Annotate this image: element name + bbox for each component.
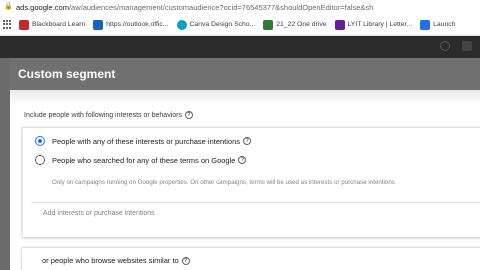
header-shadow: [10, 90, 480, 104]
bookmark-outlook[interactable]: https://outlook.offic...: [89, 16, 172, 34]
bookmark-label: Blackboard Learn: [32, 21, 86, 28]
add-interests-input[interactable]: Add interests or purchase intentions: [43, 210, 155, 217]
radio-selected-icon[interactable]: [35, 136, 45, 146]
outlook-icon: [93, 19, 104, 30]
bookmark-label: 21_22 One drive: [276, 21, 327, 28]
help-icon[interactable]: ?: [184, 111, 193, 119]
section-label: Include people with following interests …: [24, 111, 193, 119]
help-icon: [440, 41, 450, 51]
modal-title: Custom segment: [18, 67, 116, 81]
library-icon: [334, 19, 345, 30]
account-icon: [462, 41, 472, 51]
launch-icon: [420, 19, 431, 30]
help-icon[interactable]: ?: [181, 256, 190, 265]
modal-header: Custom segment: [10, 58, 480, 90]
bookmark-label: LYIT Library | Letter...: [347, 21, 413, 28]
backdrop-overlay: [0, 58, 10, 270]
radio-unselected-icon[interactable]: [35, 155, 45, 165]
onedrive-icon: [263, 19, 274, 30]
bookmark-onedrive[interactable]: 21_22 One drive: [259, 16, 330, 34]
option-interests[interactable]: People with any of these interests or pu…: [35, 136, 252, 146]
search-terms-note: Only on campaigns running on Google prop…: [52, 179, 395, 186]
blackboard-icon: [19, 19, 29, 30]
interests-card: People with any of these interests or pu…: [22, 127, 480, 237]
divider: [31, 202, 480, 203]
browse-websites-label: or people who browse websites similar to…: [42, 256, 190, 265]
help-icon[interactable]: ?: [243, 137, 252, 145]
browse-websites-card: or people who browse websites similar to…: [22, 247, 480, 270]
url-path: /aw/audiences/management/customaudience?…: [68, 2, 374, 12]
apps-grid-icon[interactable]: [3, 19, 13, 30]
modal-body: Include people with following interests …: [10, 90, 480, 270]
option-search-terms[interactable]: People who searched for any of these ter…: [35, 155, 247, 165]
bookmark-library[interactable]: LYIT Library | Letter...: [331, 16, 417, 34]
bookmarks-bar: Blackboard Learn https://outlook.offic..…: [0, 14, 480, 36]
option-label: People who searched for any of these ter…: [52, 155, 236, 165]
section-label-text: Include people with following interests …: [24, 111, 182, 119]
bookmark-canva[interactable]: Canva Design Scho...: [173, 16, 260, 34]
bookmark-label: https://outlook.offic...: [106, 21, 169, 28]
address-bar[interactable]: 🔒 ads.google.com/aw/audiences/management…: [0, 0, 480, 14]
bookmark-launch[interactable]: Launch: [416, 16, 459, 34]
url-host: ads.google.com: [16, 2, 69, 12]
url-text[interactable]: ads.google.com/aw/audiences/management/c…: [16, 3, 373, 12]
bookmark-blackboard[interactable]: Blackboard Learn: [15, 16, 89, 34]
app-header-dimmed: [0, 36, 480, 58]
help-icon[interactable]: ?: [238, 156, 247, 164]
browse-label-text: or people who browse websites similar to: [42, 256, 179, 265]
canva-icon: [176, 19, 187, 30]
bookmark-label: Launch: [433, 21, 456, 28]
bookmark-label: Canva Design Scho...: [189, 21, 256, 28]
option-label: People with any of these interests or pu…: [52, 136, 241, 146]
lock-icon: 🔒: [4, 3, 13, 10]
